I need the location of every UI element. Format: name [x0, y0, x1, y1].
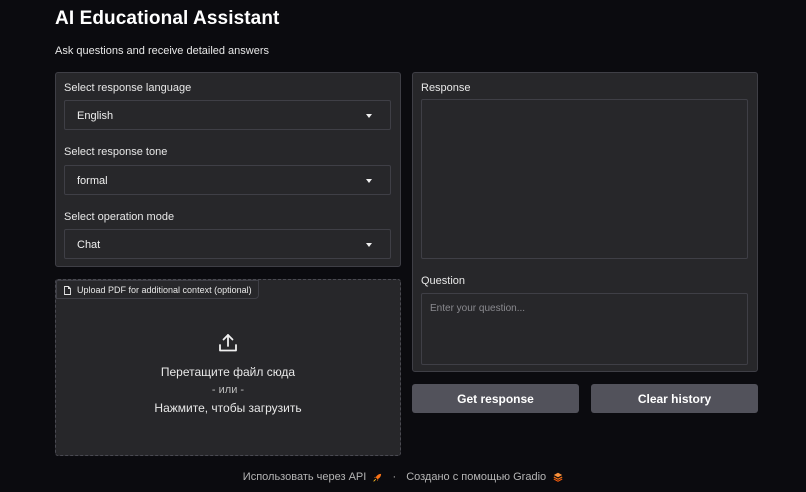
question-label: Question [421, 275, 466, 287]
tone-dropdown[interactable]: formal [64, 165, 391, 195]
api-link[interactable]: Использовать через API [243, 471, 386, 483]
mode-label: Select operation mode [64, 211, 175, 223]
chevron-down-icon [366, 243, 372, 247]
click-to-upload-text: Нажмите, чтобы загрузить [154, 401, 302, 415]
upload-icon [219, 334, 237, 352]
language-value: English [77, 110, 114, 122]
chat-panel: Response Question [412, 72, 758, 372]
tone-value: formal [77, 175, 108, 187]
chevron-down-icon [366, 114, 372, 118]
get-response-button[interactable]: Get response [412, 384, 579, 413]
mode-value: Chat [77, 239, 101, 251]
pdf-upload-dropzone[interactable]: Upload PDF for additional context (optio… [55, 279, 401, 456]
upload-label-tag: Upload PDF for additional context (optio… [56, 280, 259, 299]
upload-prompt: Перетащите файл сюда - или - Нажмите, чт… [56, 332, 400, 415]
or-separator-text: - или - [211, 384, 245, 396]
gradio-link-label: Создано с помощью Gradio [406, 471, 547, 484]
chevron-down-icon [366, 179, 372, 183]
footer-separator: · [392, 471, 397, 484]
settings-panel: Select response language English Select … [55, 72, 401, 267]
tone-label: Select response tone [64, 146, 168, 158]
drop-file-text: Перетащите файл сюда [160, 365, 296, 379]
language-label: Select response language [64, 82, 192, 94]
mode-dropdown[interactable]: Chat [64, 229, 391, 259]
page-subtitle: Ask questions and receive detailed answe… [55, 45, 270, 57]
footer: Использовать через API · Создано с помощ… [0, 471, 806, 483]
page-title: AI Educational Assistant [55, 8, 280, 29]
rocket-icon [373, 473, 382, 482]
upload-label: Upload PDF for additional context (optio… [77, 285, 252, 295]
gradio-link[interactable]: Создано с помощью Gradio [406, 471, 563, 483]
response-label: Response [421, 82, 471, 94]
language-dropdown[interactable]: English [64, 100, 391, 130]
api-link-label: Использовать через API [242, 471, 367, 484]
question-input[interactable] [421, 293, 748, 365]
clear-history-button[interactable]: Clear history [591, 384, 758, 413]
gradio-logo-icon [553, 472, 563, 482]
file-icon [64, 286, 71, 295]
response-output [421, 99, 748, 259]
